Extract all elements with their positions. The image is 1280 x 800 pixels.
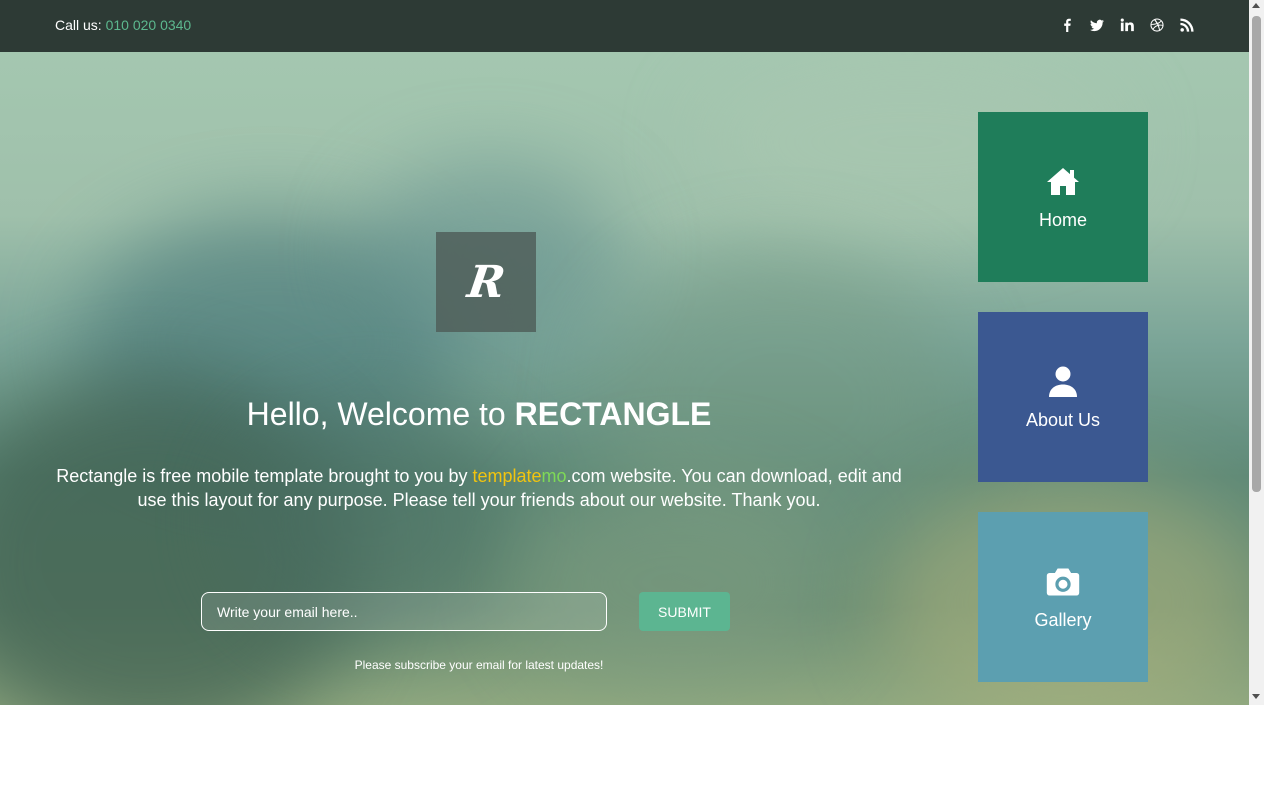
twitter-icon[interactable] (1089, 17, 1105, 33)
welcome-prefix: Hello, Welcome to (246, 396, 515, 432)
scrollbar-thumb[interactable] (1252, 16, 1261, 492)
nav-tile-home[interactable]: Home (978, 112, 1148, 282)
linkedin-icon[interactable] (1119, 17, 1135, 33)
home-icon (1047, 167, 1079, 195)
intro-text: Rectangle is free mobile template brough… (50, 464, 908, 512)
intro-before: Rectangle is free mobile template brough… (56, 466, 473, 486)
page-viewport: Call us: 010 020 0340 R Hello, Welcome t… (0, 0, 1249, 800)
submit-button[interactable]: SUBMIT (639, 592, 730, 631)
nav-tile-about[interactable]: About Us (978, 312, 1148, 482)
rss-icon[interactable] (1179, 17, 1195, 33)
top-bar: Call us: 010 020 0340 (0, 0, 1249, 52)
email-input[interactable] (201, 592, 607, 631)
nav-tile-gallery[interactable]: Gallery (978, 512, 1148, 682)
nav-tile-label: About Us (1025, 409, 1101, 430)
welcome-heading: Hello, Welcome to RECTANGLE (0, 396, 958, 433)
hero-section: R Hello, Welcome to RECTANGLE Rectangle … (0, 52, 1249, 705)
dribbble-icon[interactable] (1149, 17, 1165, 33)
call-us: Call us: 010 020 0340 (55, 17, 191, 33)
logo-letter: R (464, 256, 508, 308)
social-links (1059, 17, 1195, 33)
subscribe-note: Please subscribe your email for latest u… (354, 658, 604, 672)
nav-tile-label: Home (1038, 209, 1087, 230)
facebook-icon[interactable] (1059, 17, 1075, 33)
phone-number[interactable]: 010 020 0340 (106, 17, 192, 33)
site-logo[interactable]: R (436, 232, 536, 332)
templatemo-link[interactable]: templatemo (472, 466, 566, 486)
brand-name: RECTANGLE (514, 396, 712, 432)
user-icon (1049, 366, 1077, 397)
camera-icon (1046, 568, 1080, 595)
templatemo-link-part2: mo (541, 466, 567, 486)
scroll-down-icon[interactable] (1252, 694, 1260, 699)
call-label: Call us: (55, 17, 102, 33)
nav-tile-label: Gallery (1034, 609, 1092, 630)
vertical-scrollbar[interactable] (1249, 0, 1264, 705)
templatemo-link-part1: template (472, 466, 542, 486)
scroll-up-icon[interactable] (1252, 3, 1260, 8)
